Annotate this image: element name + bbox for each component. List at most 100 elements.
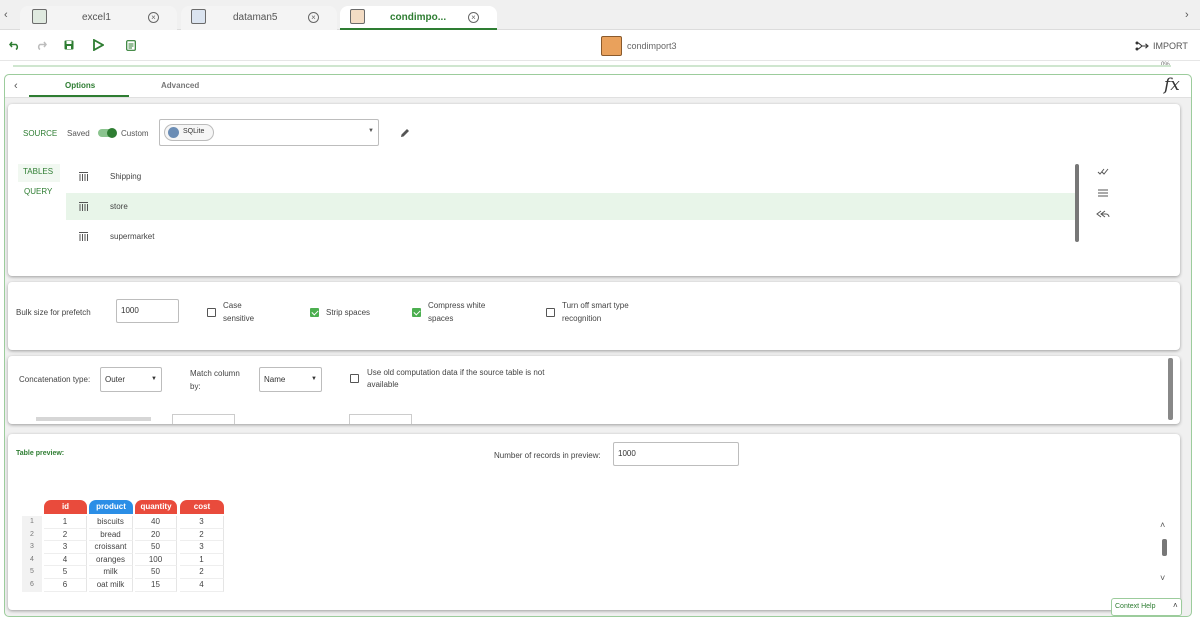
chevron-down-icon: ▼: [311, 376, 317, 382]
list-icon[interactable]: [1098, 189, 1108, 197]
match-column-select[interactable]: Name ▼: [259, 367, 322, 392]
edit-icon[interactable]: [400, 128, 410, 138]
hidden-row-input[interactable]: [349, 414, 412, 424]
table-icon: [79, 172, 88, 181]
table-list-item[interactable]: store: [66, 193, 1075, 220]
table-cell-quantity: 100: [135, 553, 177, 567]
tab-advanced-label: Advanced: [161, 81, 200, 90]
import-button[interactable]: IMPORT: [1153, 41, 1188, 51]
row-number: 3: [22, 541, 42, 554]
source-label: SOURCE: [23, 129, 58, 138]
sqlite-icon: [168, 127, 179, 138]
table-cell-product: croissant: [89, 541, 133, 554]
scroll-left-icon[interactable]: ‹: [4, 9, 8, 21]
condimport-file-icon: [601, 36, 622, 56]
column-header-id[interactable]: id: [44, 500, 87, 514]
preview-scrollbar[interactable]: [1162, 539, 1167, 556]
dataman-file-icon: [191, 9, 206, 24]
strip-spaces-checkbox[interactable]: [310, 308, 319, 317]
tab-options[interactable]: Options: [29, 75, 129, 97]
context-help-button[interactable]: Context Help ˄: [1111, 598, 1182, 616]
scroll-down-icon[interactable]: ˅: [1160, 573, 1165, 583]
match-column-label: Match column: [190, 369, 240, 378]
concatenation-type-select[interactable]: Outer ▼: [100, 367, 162, 392]
old-computation-checkbox[interactable]: [350, 374, 359, 383]
save-icon[interactable]: [64, 40, 74, 50]
bulk-size-input[interactable]: 1000: [116, 299, 179, 323]
tab-query-label: QUERY: [24, 187, 53, 196]
fx-formula-button[interactable]: fx: [1164, 75, 1180, 95]
table-cell-quantity: 20: [135, 528, 177, 542]
table-list-scrollbar[interactable]: [1075, 164, 1079, 242]
close-icon[interactable]: ×: [148, 12, 159, 23]
bulk-size-label: Bulk size for prefetch: [16, 308, 91, 317]
concatenation-scrollbar[interactable]: [1168, 358, 1173, 420]
column-header-cost[interactable]: cost: [180, 500, 224, 514]
records-in-preview-label: Number of records in preview:: [494, 451, 601, 460]
source-select[interactable]: SQLite ▼: [159, 119, 379, 146]
row-number: 5: [22, 566, 42, 579]
table-cell-product: oranges: [89, 553, 133, 567]
tab-label: dataman5: [233, 12, 278, 23]
table-preview-title: Table preview:: [16, 450, 65, 457]
tab-tables[interactable]: TABLES: [18, 164, 60, 182]
scroll-right-icon[interactable]: ›: [1185, 9, 1189, 21]
compress-white-spaces-checkbox[interactable]: [412, 308, 421, 317]
progress-bar: [13, 65, 1171, 67]
scroll-up-icon[interactable]: ˄: [1160, 520, 1165, 530]
chevron-up-icon: ˄: [1173, 601, 1178, 610]
table-icon: [79, 202, 88, 211]
select-all-icon[interactable]: [1097, 167, 1109, 176]
close-icon[interactable]: ×: [468, 12, 479, 23]
table-cell-cost: 1: [180, 553, 224, 567]
table-cell-id: 2: [44, 528, 87, 542]
file-name: condimport3: [627, 41, 677, 51]
tab-advanced[interactable]: Advanced: [145, 75, 215, 97]
chevron-down-icon: ▼: [151, 376, 157, 382]
undo-icon[interactable]: [9, 41, 20, 50]
tab-dataman5[interactable]: dataman5 ×: [181, 6, 337, 30]
run-icon[interactable]: [92, 39, 104, 51]
table-cell-cost: 2: [180, 528, 224, 542]
table-cell-id: 6: [44, 579, 87, 592]
tab-condimport[interactable]: condimpo... ×: [340, 6, 497, 30]
row-number: 2: [22, 528, 42, 542]
close-icon[interactable]: ×: [308, 12, 319, 23]
concatenation-panel: Concatenation type: Outer ▼ Match column…: [8, 356, 1180, 424]
records-in-preview-input[interactable]: 1000: [613, 442, 739, 466]
reply-all-icon[interactable]: [1096, 209, 1110, 219]
table-list-item[interactable]: supermarket: [66, 223, 1075, 243]
tab-label: condimpo...: [390, 12, 447, 23]
condimport-file-icon: [350, 9, 365, 24]
column-header-product[interactable]: product: [89, 500, 133, 514]
smart-type-label: recognition: [562, 314, 602, 323]
old-computation-label: Use old computation data if the source t…: [367, 368, 545, 377]
context-help-label: Context Help: [1115, 603, 1156, 610]
saved-custom-toggle[interactable]: [98, 128, 117, 138]
saved-label: Saved: [67, 129, 90, 138]
import-settings-panel: Bulk size for prefetch 1000 Case sensiti…: [8, 282, 1180, 350]
match-column-value: Name: [264, 375, 286, 384]
table-cell-quantity: 15: [135, 579, 177, 592]
redo-icon[interactable]: [36, 41, 47, 50]
collapse-icon[interactable]: ‹: [14, 80, 18, 92]
sqlite-chip: SQLite: [164, 124, 214, 141]
case-sensitive-checkbox[interactable]: [207, 308, 216, 317]
case-sensitive-label: sensitive: [223, 314, 255, 323]
table-cell-product: milk: [89, 566, 133, 579]
column-header-quantity[interactable]: quantity: [135, 500, 177, 514]
table-cell-id: 4: [44, 553, 87, 567]
custom-label: Custom: [121, 129, 149, 138]
tab-excel1[interactable]: excel1 ×: [20, 6, 177, 30]
tab-query[interactable]: QUERY: [18, 184, 60, 202]
table-list-item[interactable]: Shipping: [66, 163, 1075, 190]
smart-type-label: Turn off smart type: [562, 301, 629, 310]
table-cell-cost: 3: [180, 516, 224, 529]
table-cell-product: oat milk: [89, 579, 133, 592]
smart-type-checkbox[interactable]: [546, 308, 555, 317]
table-cell-product: biscuits: [89, 516, 133, 529]
hidden-row-input[interactable]: [172, 414, 235, 424]
compress-white-spaces-label: Compress white: [428, 301, 486, 310]
table-name: store: [110, 202, 128, 211]
document-icon[interactable]: [126, 40, 136, 51]
